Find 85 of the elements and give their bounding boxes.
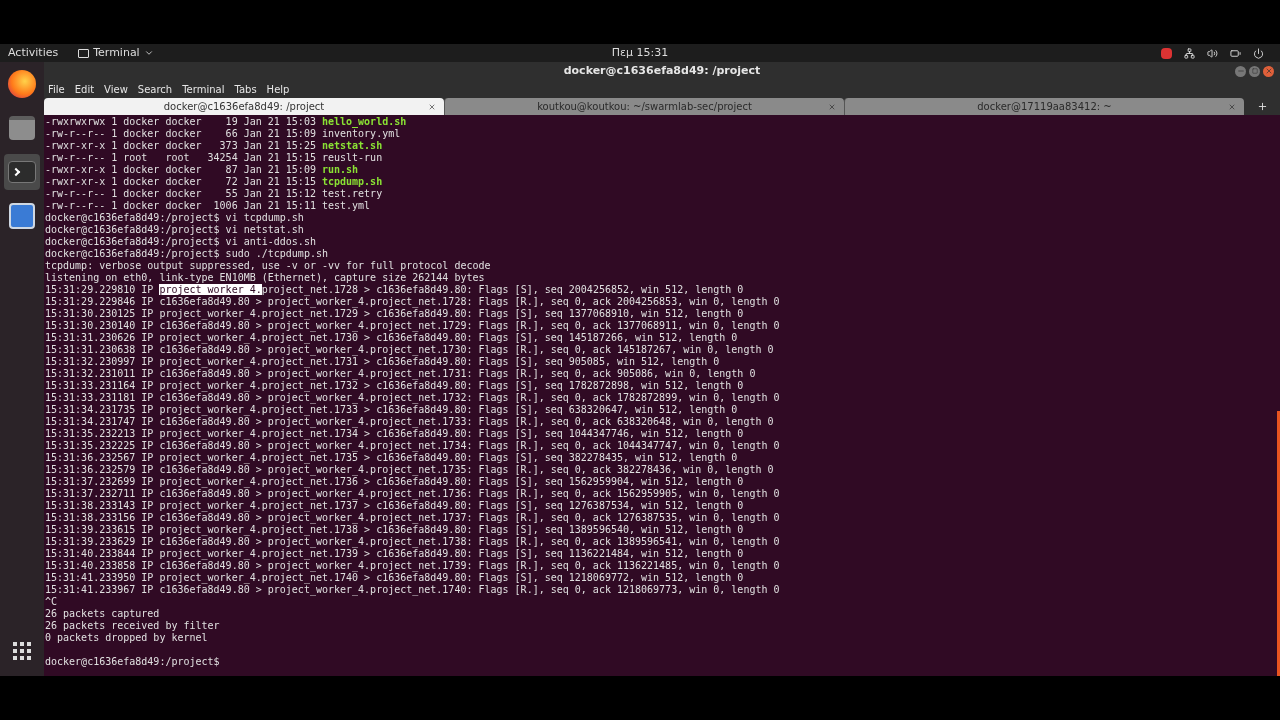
terminal-line: run.sh [321,164,359,175]
close-tab-icon[interactable] [828,102,836,111]
terminal-line: 15:31:32.230997 IP project_worker_4.project_net.1731 > c1636efa8d49.80: Flags [S], seq 905085, win 512, length 0 [45,356,720,367]
terminal-line: docker@c1636efa8d49:/project$ vi anti-ddos.sh [45,236,316,247]
terminal-line: tcpdump.sh [321,176,383,187]
terminal-line: 0 packets dropped by kernel [45,632,208,643]
terminal-line: -rw-r--r-- 1 docker docker 66 Jan 21 15:09 inventory.yml [45,128,401,139]
terminal-line: netstat.sh [321,140,383,151]
terminal-line: docker@c1636efa8d49:/project$ vi netstat.sh [45,224,304,235]
new-tab-icon[interactable] [1256,101,1268,112]
recording-indicator-icon[interactable] [1161,47,1172,59]
terminal-line: docker@c1636efa8d49:/project$ [45,656,220,667]
terminal-icon[interactable] [4,154,40,190]
terminal-tab[interactable]: docker@17119aa83412: ~ [844,98,1244,115]
selected-text: project_worker_4. [159,284,262,295]
terminal-line: 15:31:41.233950 IP project_worker_4.project_net.1740 > c1636efa8d49.80: Flags [S], seq 1218069772, win 512, length 0 [45,572,744,583]
scrollbar[interactable] [1277,411,1280,676]
terminal-line: 15:31:35.232225 IP c1636efa8d49.80 > project_worker_4.project_net.1734: Flags [R.], seq 0, ack 1044347747, win 0, length 0 [45,440,780,451]
terminal-line: docker@c1636efa8d49:/project$ vi tcpdump.sh [45,212,304,223]
menu-item[interactable]: Terminal [182,81,225,97]
minimize-button[interactable] [1235,65,1246,77]
menu-item[interactable]: View [104,81,128,97]
terminal-line: 26 packets received by filter [45,620,220,631]
terminal-line: 15:31:38.233143 IP project_worker_4.project_net.1737 > c1636efa8d49.80: Flags [S], seq 1276387534, win 512, length 0 [45,500,744,511]
terminal-line: -rw-r--r-- 1 docker docker 55 Jan 21 15:12 test.retry [45,188,383,199]
maximize-button[interactable] [1249,65,1260,77]
terminal-line: 15:31:37.232699 IP project_worker_4.project_net.1736 > c1636efa8d49.80: Flags [S], seq 1562959904, win 512, length 0 [45,476,744,487]
close-tab-icon[interactable] [1228,102,1236,111]
terminal-line: 15:31:32.231011 IP c1636efa8d49.80 > project_worker_4.project_net.1731: Flags [R.], seq 0, ack 905086, win 0, length 0 [45,368,756,379]
terminal-line: 15:31:30.230140 IP c1636efa8d49.80 > project_worker_4.project_net.1729: Flags [R.], seq 0, ack 1377068911, win 0, length 0 [45,320,780,331]
terminal-line: 15:31:30.230125 IP project_worker_4.project_net.1729 > c1636efa8d49.80: Flags [S], seq 1377068910, win 512, length 0 [45,308,744,319]
terminal-line: 15:31:40.233858 IP c1636efa8d49.80 > project_worker_4.project_net.1739: Flags [R.], seq 0, ack 1136221485, win 0, length 0 [45,560,780,571]
terminal-line: -rwxr-xr-x 1 docker docker 87 Jan 21 15:09 [45,164,317,175]
power-icon[interactable] [1253,47,1264,59]
terminal-line: 15:31:29.229810 IP [45,284,155,295]
terminal-line: 15:31:35.232213 IP project_worker_4.project_net.1734 > c1636efa8d49.80: Flags [S], seq 1044347746, win 512, length 0 [45,428,744,439]
terminal-line: 15:31:39.233615 IP project_worker_4.project_net.1738 > c1636efa8d49.80: Flags [S], seq 1389596540, win 512, length 0 [45,524,744,535]
menu-item[interactable]: Tabs [234,81,257,97]
terminal-line: 15:31:31.230626 IP project_worker_4.project_net.1730 > c1636efa8d49.80: Flags [S], seq 145187266, win 512, length 0 [45,332,738,343]
network-icon[interactable] [1184,47,1195,59]
activities-button[interactable]: Activities [8,44,59,62]
terminal-tab[interactable]: docker@c1636efa8d49: /project [44,98,444,115]
terminal-line: 15:31:38.233156 IP c1636efa8d49.80 > project_worker_4.project_net.1737: Flags [R.], seq 0, ack 1276387535, win 0, length 0 [45,512,780,523]
terminal-line: tcpdump: verbose output suppressed, use -v or -vv for full protocol decode [45,260,491,271]
menu-item[interactable]: Help [266,81,290,97]
terminal-line: -rwxr-xr-x 1 docker docker 373 Jan 21 15:25 [45,140,317,151]
terminal-line: 15:31:40.233844 IP project_worker_4.project_net.1739 > c1636efa8d49.80: Flags [S], seq 1136221484, win 512, length 0 [45,548,744,559]
menu-item[interactable]: Edit [74,81,95,97]
terminal-line: listening on eth0, link-type EN10MB (Ethernet), capture size 262144 bytes [45,272,485,283]
window-title: docker@c1636efa8d49: /project [563,62,761,79]
terminal-line: 15:31:41.233967 IP c1636efa8d49.80 > project_worker_4.project_net.1740: Flags [R.], seq 0, ack 1218069773, win 0, length 0 [45,584,780,595]
terminal-line: -rw-r--r-- 1 docker docker 1006 Jan 21 15:11 test.yml [45,200,371,211]
terminal-line: -rwxrwxrwx 1 docker docker 19 Jan 21 15:03 [45,116,317,127]
terminal-line: 15:31:33.231181 IP c1636efa8d49.80 > project_worker_4.project_net.1732: Flags [R.], seq 0, ack 1782872899, win 0, length 0 [45,392,780,403]
terminal-line: 15:31:37.232711 IP c1636efa8d49.80 > project_worker_4.project_net.1736: Flags [R.], seq 0, ack 1562959905, win 0, length 0 [45,488,780,499]
close-button[interactable] [1263,65,1274,77]
terminal-line: 15:31:34.231747 IP c1636efa8d49.80 > project_worker_4.project_net.1733: Flags [R.], seq 0, ack 638320648, win 0, length 0 [45,416,774,427]
menu-item[interactable]: File [48,81,65,97]
terminal-line: hello_world.sh [321,116,407,127]
close-tab-icon[interactable] [428,102,436,111]
terminal-line: 26 packets captured [45,608,160,619]
terminal-line: -rwxr-xr-x 1 docker docker 72 Jan 21 15:15 [45,176,317,187]
terminal-line: project_net.1728 > c1636efa8d49.80: Flags [S], seq 2004256852, win 512, length 0 [261,284,744,295]
terminal-line: 15:31:36.232567 IP project_worker_4.project_net.1735 > c1636efa8d49.80: Flags [S], seq 382278435, win 512, length 0 [45,452,738,463]
terminal-line: 15:31:39.233629 IP c1636efa8d49.80 > project_worker_4.project_net.1738: Flags [R.], seq 0, ack 1389596541, win 0, length 0 [45,536,780,547]
terminal-line: 15:31:33.231164 IP project_worker_4.project_net.1732 > c1636efa8d49.80: Flags [S], seq 1782872898, win 512, length 0 [45,380,744,391]
terminal-line: ^C [45,596,58,607]
close-icon [1264,67,1273,75]
caret-icon [143,48,154,58]
menu-item[interactable]: Search [137,81,173,97]
maximize-icon [1251,68,1258,74]
battery-icon[interactable] [1230,47,1241,59]
terminal-line: 15:31:29.229846 IP c1636efa8d49.80 > project_worker_4.project_net.1728: Flags [R.], seq 0, ack 2004256853, win 0, length 0 [45,296,780,307]
clock[interactable]: Πεμ 15:31 [611,44,669,62]
minimize-icon [1236,67,1245,75]
terminal-line: -rw-r--r-- 1 root root 34254 Jan 21 15:15 reuslt-run [45,152,383,163]
app-menu[interactable]: Terminal [78,44,154,62]
volume-icon[interactable] [1207,47,1218,59]
terminal-line: docker@c1636efa8d49:/project$ sudo ./tcpdump.sh [45,248,328,259]
terminal-tab[interactable]: koutkou@koutkou: ~/swarmlab-sec/project [444,98,844,115]
terminal-line: 15:31:36.232579 IP c1636efa8d49.80 > project_worker_4.project_net.1735: Flags [R.], seq 0, ack 382278436, win 0, length 0 [45,464,774,475]
terminal-line: 15:31:31.230638 IP c1636efa8d49.80 > project_worker_4.project_net.1730: Flags [R.], seq 0, ack 145187267, win 0, length 0 [45,344,774,355]
terminal-line: 15:31:34.231735 IP project_worker_4.project_net.1733 > c1636efa8d49.80: Flags [S], seq 638320647, win 512, length 0 [45,404,738,415]
app-grid-icon[interactable] [13,642,31,660]
terminal-output[interactable] [44,115,1280,676]
